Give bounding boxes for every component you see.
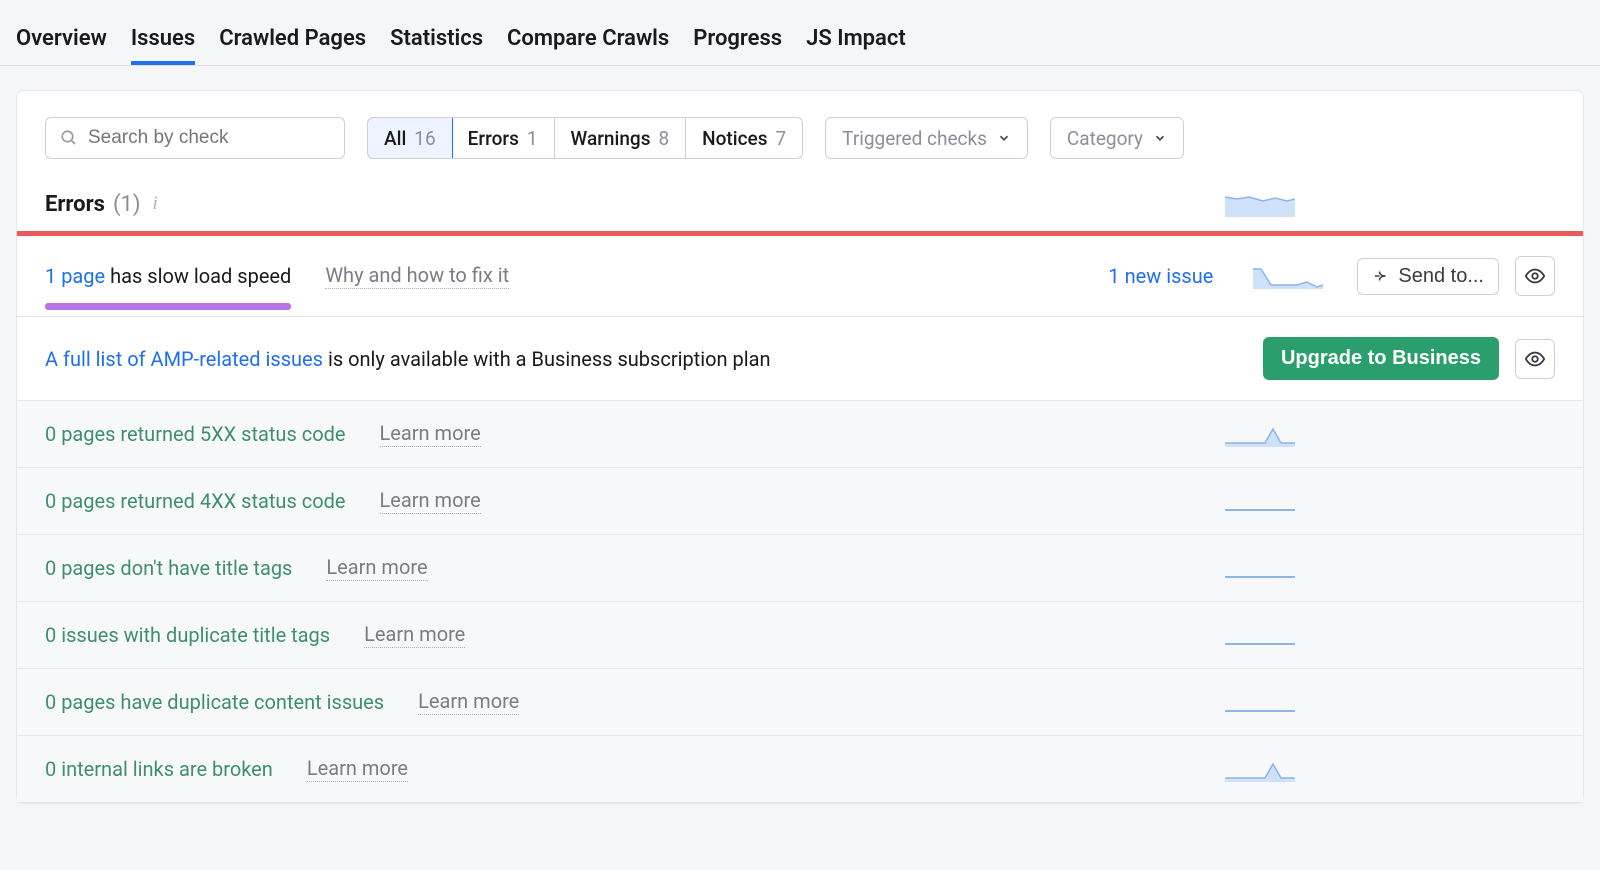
filter-errors-label: Errors: [468, 127, 519, 150]
issue-link-count[interactable]: 1 page: [45, 264, 105, 288]
search-wrap: [45, 117, 345, 159]
errors-section-header: Errors (1) i: [17, 181, 1583, 231]
issue-row-zero: 0 pages returned 5XX status code Learn mo…: [17, 401, 1583, 468]
send-to-label: Send to...: [1398, 265, 1484, 288]
hide-issue-button[interactable]: [1515, 339, 1555, 379]
row-sparkline: [1225, 488, 1295, 514]
issue-row-zero: 0 pages returned 4XX status code Learn mo…: [17, 468, 1583, 535]
filter-warnings[interactable]: Warnings 8: [555, 118, 687, 158]
category-label: Category: [1067, 127, 1143, 150]
issue-text: 0 pages have duplicate content issues: [45, 690, 384, 714]
new-issue-count: 1 new issue: [1108, 264, 1213, 288]
amp-text-wrap: A full list of AMP-related issues is onl…: [45, 347, 771, 371]
controls-row: All 16 Errors 1 Warnings 8 Notices 7 Tri…: [17, 91, 1583, 181]
issues-panel: All 16 Errors 1 Warnings 8 Notices 7 Tri…: [16, 90, 1584, 804]
issue-title[interactable]: 1 page has slow load speed: [45, 264, 291, 288]
send-arrow-icon: [1372, 267, 1390, 285]
learn-more-link[interactable]: Learn more: [380, 421, 481, 447]
amp-list-link[interactable]: A full list of AMP-related issues: [45, 347, 323, 371]
chevron-down-icon: [997, 131, 1011, 145]
search-input[interactable]: [88, 127, 330, 149]
row-sparkline: [1225, 756, 1295, 782]
row-sparkline: [1225, 421, 1295, 447]
triggered-checks-label: Triggered checks: [842, 127, 987, 150]
learn-more-link[interactable]: Learn more: [326, 555, 427, 581]
why-and-how-link[interactable]: Why and how to fix it: [325, 263, 509, 289]
issue-text: 0 pages returned 5XX status code: [45, 422, 346, 446]
learn-more-link[interactable]: Learn more: [380, 488, 481, 514]
amp-text-rest: is only available with a Business subscr…: [323, 347, 771, 371]
tab-js-impact[interactable]: JS Impact: [806, 8, 906, 65]
row-sparkline: [1225, 689, 1295, 715]
filter-pill-group: All 16 Errors 1 Warnings 8 Notices 7: [367, 117, 803, 159]
tab-statistics[interactable]: Statistics: [390, 8, 483, 65]
issue-text: 0 internal links are broken: [45, 757, 273, 781]
issue-text: 0 issues with duplicate title tags: [45, 623, 330, 647]
learn-more-link[interactable]: Learn more: [364, 622, 465, 648]
learn-more-link[interactable]: Learn more: [418, 689, 519, 715]
top-nav: Overview Issues Crawled Pages Statistics…: [0, 0, 1600, 66]
filter-errors[interactable]: Errors 1: [452, 118, 555, 158]
filter-all-count: 16: [414, 127, 435, 150]
triggered-checks-dropdown[interactable]: Triggered checks: [825, 117, 1028, 159]
filter-notices[interactable]: Notices 7: [686, 118, 802, 158]
category-dropdown[interactable]: Category: [1050, 117, 1184, 159]
row-sparkline: [1225, 555, 1295, 581]
filter-warnings-label: Warnings: [571, 127, 651, 150]
issue-text: 0 pages don't have title tags: [45, 556, 292, 580]
issue-row-zero: 0 internal links are broken Learn more: [17, 736, 1583, 803]
issue-row-slow-load: 1 page has slow load speed Why and how t…: [17, 236, 1583, 317]
issue-text: 0 pages returned 4XX status code: [45, 489, 346, 513]
section-count: (1): [113, 192, 141, 217]
tab-crawled-pages[interactable]: Crawled Pages: [219, 8, 366, 65]
filter-notices-count: 7: [775, 127, 786, 150]
send-to-button[interactable]: Send to...: [1357, 258, 1499, 295]
section-sparkline: [1225, 191, 1295, 217]
tab-issues[interactable]: Issues: [131, 8, 195, 65]
info-icon[interactable]: i: [153, 193, 158, 215]
issue-row-zero: 0 issues with duplicate title tags Learn …: [17, 602, 1583, 669]
eye-icon: [1524, 348, 1546, 370]
row-sparkline: [1225, 622, 1295, 648]
learn-more-link[interactable]: Learn more: [307, 756, 408, 782]
issue-row-zero: 0 pages don't have title tags Learn more: [17, 535, 1583, 602]
issue-row-zero: 0 pages have duplicate content issues Lea…: [17, 669, 1583, 736]
row-sparkline: [1253, 263, 1323, 289]
filter-all[interactable]: All 16: [367, 117, 453, 159]
tab-overview[interactable]: Overview: [16, 8, 107, 65]
search-icon: [60, 129, 78, 147]
filter-warnings-count: 8: [658, 127, 669, 150]
chevron-down-icon: [1153, 131, 1167, 145]
tab-progress[interactable]: Progress: [693, 8, 782, 65]
upgrade-button[interactable]: Upgrade to Business: [1263, 337, 1499, 380]
section-title: Errors: [45, 192, 105, 217]
filter-errors-count: 1: [527, 127, 538, 150]
filter-all-label: All: [384, 127, 406, 150]
tab-compare-crawls[interactable]: Compare Crawls: [507, 8, 669, 65]
eye-icon: [1524, 265, 1546, 287]
issue-text-rest: has slow load speed: [105, 264, 291, 288]
issue-row-amp-upsell: A full list of AMP-related issues is onl…: [17, 317, 1583, 401]
filter-notices-label: Notices: [702, 127, 767, 150]
hide-issue-button[interactable]: [1515, 256, 1555, 296]
